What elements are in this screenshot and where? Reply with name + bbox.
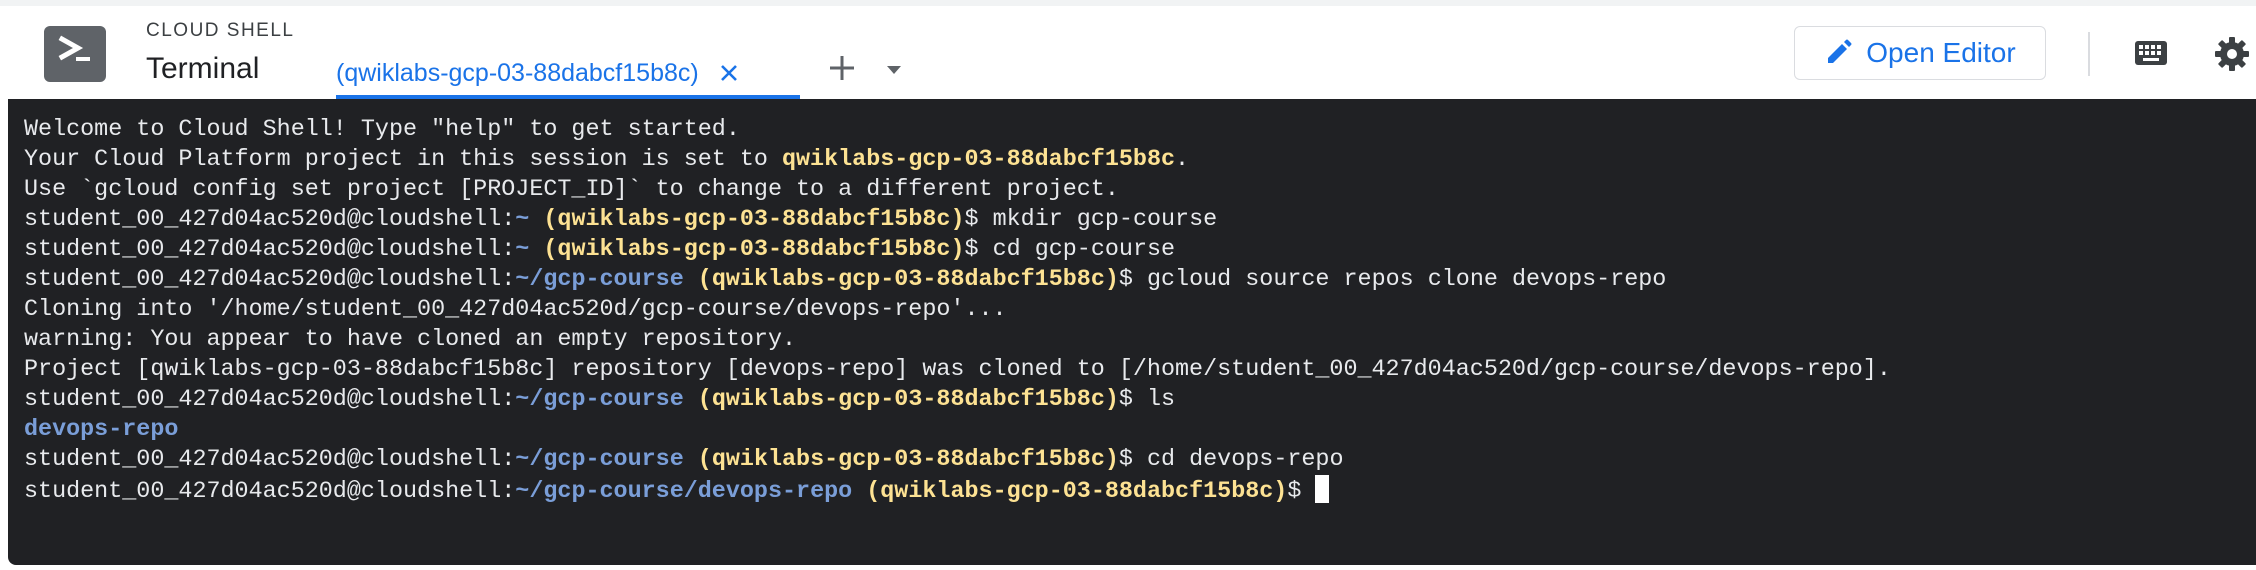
prompt-project: (qwiklabs-gcp-03-88dabcf15b8c) [866, 479, 1288, 505]
terminal-pane[interactable]: Welcome to Cloud Shell! Type "help" to g… [8, 99, 2256, 565]
command-text: ls [1146, 387, 1176, 413]
tab-label[interactable]: (qwiklabs-gcp-03-88dabcf15b8c) [336, 59, 699, 88]
output-text: Project [qwiklabs-gcp-03-88dabcf15b8c] r… [24, 357, 1891, 383]
user-host: student_00_427d04ac520d@cloudshell: [24, 267, 516, 293]
prompt-symbol: $ [1118, 447, 1147, 473]
cloud-shell-header: CLOUD SHELL Terminal (qwiklabs-gcp-03-88… [0, 6, 2256, 99]
terminal-line: Welcome to Cloud Shell! Type "help" to g… [24, 115, 1891, 145]
command-text: cd devops-repo [1146, 447, 1344, 473]
gear-icon[interactable] [2212, 34, 2252, 74]
prompt-path: ~ [515, 207, 530, 233]
terminal-line: student_00_427d04ac520d@cloudshell:~ (qw… [24, 235, 1891, 265]
prompt-symbol: $ [964, 237, 993, 263]
prompt-path: ~/gcp-course/devops-repo [515, 479, 853, 505]
terminal-line: student_00_427d04ac520d@cloudshell:~ (qw… [24, 205, 1891, 235]
open-editor-button[interactable]: Open Editor [1794, 26, 2046, 80]
cloud-shell-logo-icon [44, 26, 106, 82]
prompt-project: (qwiklabs-gcp-03-88dabcf15b8c) [697, 387, 1119, 413]
command-text: cd gcp-course [992, 237, 1176, 263]
command-text: gcloud source repos clone devops-repo [1146, 267, 1667, 293]
prompt-symbol: $ [1118, 267, 1147, 293]
prompt-project: (qwiklabs-gcp-03-88dabcf15b8c) [543, 237, 965, 263]
toolbar-divider [2088, 32, 2090, 76]
project-id: qwiklabs-gcp-03-88dabcf15b8c [781, 147, 1176, 173]
directory-listing: devops-repo [24, 417, 179, 443]
terminal-line: Use `gcloud config set project [PROJECT_… [24, 175, 1891, 205]
terminal-cursor[interactable] [1315, 475, 1330, 503]
plus-icon[interactable] [824, 50, 860, 86]
terminal-line: student_00_427d04ac520d@cloudshell:~/gcp… [24, 475, 1891, 505]
prompt-project: (qwiklabs-gcp-03-88dabcf15b8c) [697, 267, 1119, 293]
open-editor-label: Open Editor [1866, 37, 2016, 68]
prompt-path: ~/gcp-course [515, 447, 684, 473]
pencil-icon [1824, 36, 1854, 71]
user-host: student_00_427d04ac520d@cloudshell: [24, 479, 516, 505]
prompt-path: ~/gcp-course [515, 387, 684, 413]
prompt-symbol: $ [1118, 387, 1147, 413]
terminal-line: student_00_427d04ac520d@cloudshell:~/gcp… [24, 265, 1891, 295]
output-text: warning: You appear to have cloned an em… [24, 327, 797, 353]
terminal-line: Cloning into '/home/student_00_427d04ac5… [24, 295, 1891, 325]
user-host: student_00_427d04ac520d@cloudshell: [24, 387, 516, 413]
tab-terminal-session[interactable]: (qwiklabs-gcp-03-88dabcf15b8c) [336, 48, 741, 98]
prompt-symbol: $ [964, 207, 993, 233]
terminal-line: Your Cloud Platform project in this sess… [24, 145, 1891, 175]
terminal-line: warning: You appear to have cloned an em… [24, 325, 1891, 355]
prompt-path: ~ [515, 237, 530, 263]
project-message-end: . [1175, 147, 1190, 173]
prompt-path: ~/gcp-course [515, 267, 684, 293]
chevron-down-icon[interactable] [880, 56, 908, 84]
project-message: Your Cloud Platform project in this sess… [24, 147, 782, 173]
prompt-project: (qwiklabs-gcp-03-88dabcf15b8c) [697, 447, 1119, 473]
welcome-text: Welcome to Cloud Shell! Type "help" to g… [24, 117, 740, 143]
output-text: Cloning into '/home/student_00_427d04ac5… [24, 297, 1007, 323]
terminal-output: Welcome to Cloud Shell! Type "help" to g… [24, 115, 1891, 505]
hint-text: Use `gcloud config set project [PROJECT_… [24, 177, 1119, 203]
user-host: student_00_427d04ac520d@cloudshell: [24, 237, 516, 263]
user-host: student_00_427d04ac520d@cloudshell: [24, 447, 516, 473]
close-icon[interactable] [717, 61, 741, 85]
product-label: CLOUD SHELL [146, 20, 295, 41]
prompt-project: (qwiklabs-gcp-03-88dabcf15b8c) [543, 207, 965, 233]
terminal-line: student_00_427d04ac520d@cloudshell:~/gcp… [24, 445, 1891, 475]
command-text: mkdir gcp-course [992, 207, 1218, 233]
keyboard-icon[interactable] [2134, 40, 2168, 66]
terminal-line: student_00_427d04ac520d@cloudshell:~/gcp… [24, 385, 1891, 415]
prompt-symbol: $ [1287, 479, 1316, 505]
terminal-line: devops-repo [24, 415, 1891, 445]
user-host: student_00_427d04ac520d@cloudshell: [24, 207, 516, 233]
page-title: Terminal [146, 52, 260, 85]
terminal-line: Project [qwiklabs-gcp-03-88dabcf15b8c] r… [24, 355, 1891, 385]
